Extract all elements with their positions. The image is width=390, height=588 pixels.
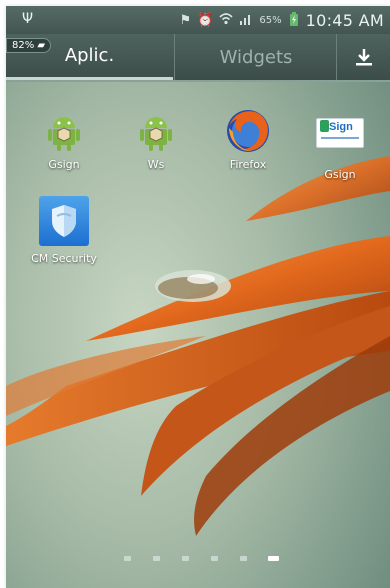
android-icon	[135, 110, 177, 152]
tab-widgets-label: Widgets	[219, 46, 293, 68]
page-dot-active[interactable]	[268, 556, 279, 561]
app-label: Gsign	[324, 168, 356, 181]
gsign-logo-text: Sign	[329, 121, 353, 133]
battery-percent: 65%	[259, 15, 282, 26]
page-dot[interactable]	[211, 556, 218, 561]
gsign-logo-tagline	[321, 137, 359, 139]
phone-screen: Ψ ⚑ ⏰ 65% 10:45 AM Aplic. Widgets 82% ▰ …	[6, 6, 390, 588]
battery-overlay-chip: 82% ▰	[6, 38, 52, 53]
app-cm-security[interactable]: CM Security	[21, 196, 107, 265]
download-button[interactable]	[336, 34, 390, 80]
status-right-group: ⚑ ⏰ 65% 10:45 AM	[180, 11, 384, 30]
page-dot[interactable]	[182, 556, 189, 561]
usb-icon: Ψ	[22, 11, 34, 27]
signal-icon	[239, 13, 253, 29]
alarm-icon: ⏰	[197, 13, 214, 28]
gsign-logo-icon: Sign	[316, 118, 364, 148]
app-gsign-1[interactable]: Gsign	[28, 110, 100, 171]
battery-overlay-icon: ▰	[37, 40, 46, 51]
wallpaper	[6, 6, 390, 588]
tab-widgets[interactable]: Widgets	[174, 34, 337, 80]
firefox-icon	[227, 110, 269, 152]
status-time: 10:45 AM	[305, 11, 384, 30]
app-label: Ws	[147, 158, 165, 171]
wifi-icon	[219, 12, 233, 29]
page-indicator	[124, 556, 284, 566]
battery-charging-icon	[288, 11, 300, 30]
app-label: Firefox	[229, 158, 267, 171]
app-gsign-2[interactable]: Sign Gsign	[304, 110, 376, 181]
android-icon	[43, 110, 85, 152]
download-icon	[356, 49, 372, 66]
app-label: Gsign	[48, 158, 80, 171]
tab-apps-label: Aplic.	[64, 45, 115, 66]
notification-icon: ⚑	[179, 13, 192, 28]
status-bar: Ψ ⚑ ⏰ 65% 10:45 AM	[6, 6, 390, 34]
page-dot[interactable]	[124, 556, 131, 561]
shield-icon	[39, 196, 89, 246]
app-ws[interactable]: Ws	[120, 110, 192, 171]
page-dot[interactable]	[153, 556, 160, 561]
drawer-tab-bar: Aplic. Widgets	[6, 34, 390, 82]
app-firefox[interactable]: Firefox	[212, 110, 284, 171]
page-dot[interactable]	[240, 556, 247, 561]
app-label: CM Security	[31, 252, 97, 265]
battery-overlay-text: 82%	[12, 40, 35, 51]
gsign-logo-mark	[320, 120, 329, 132]
